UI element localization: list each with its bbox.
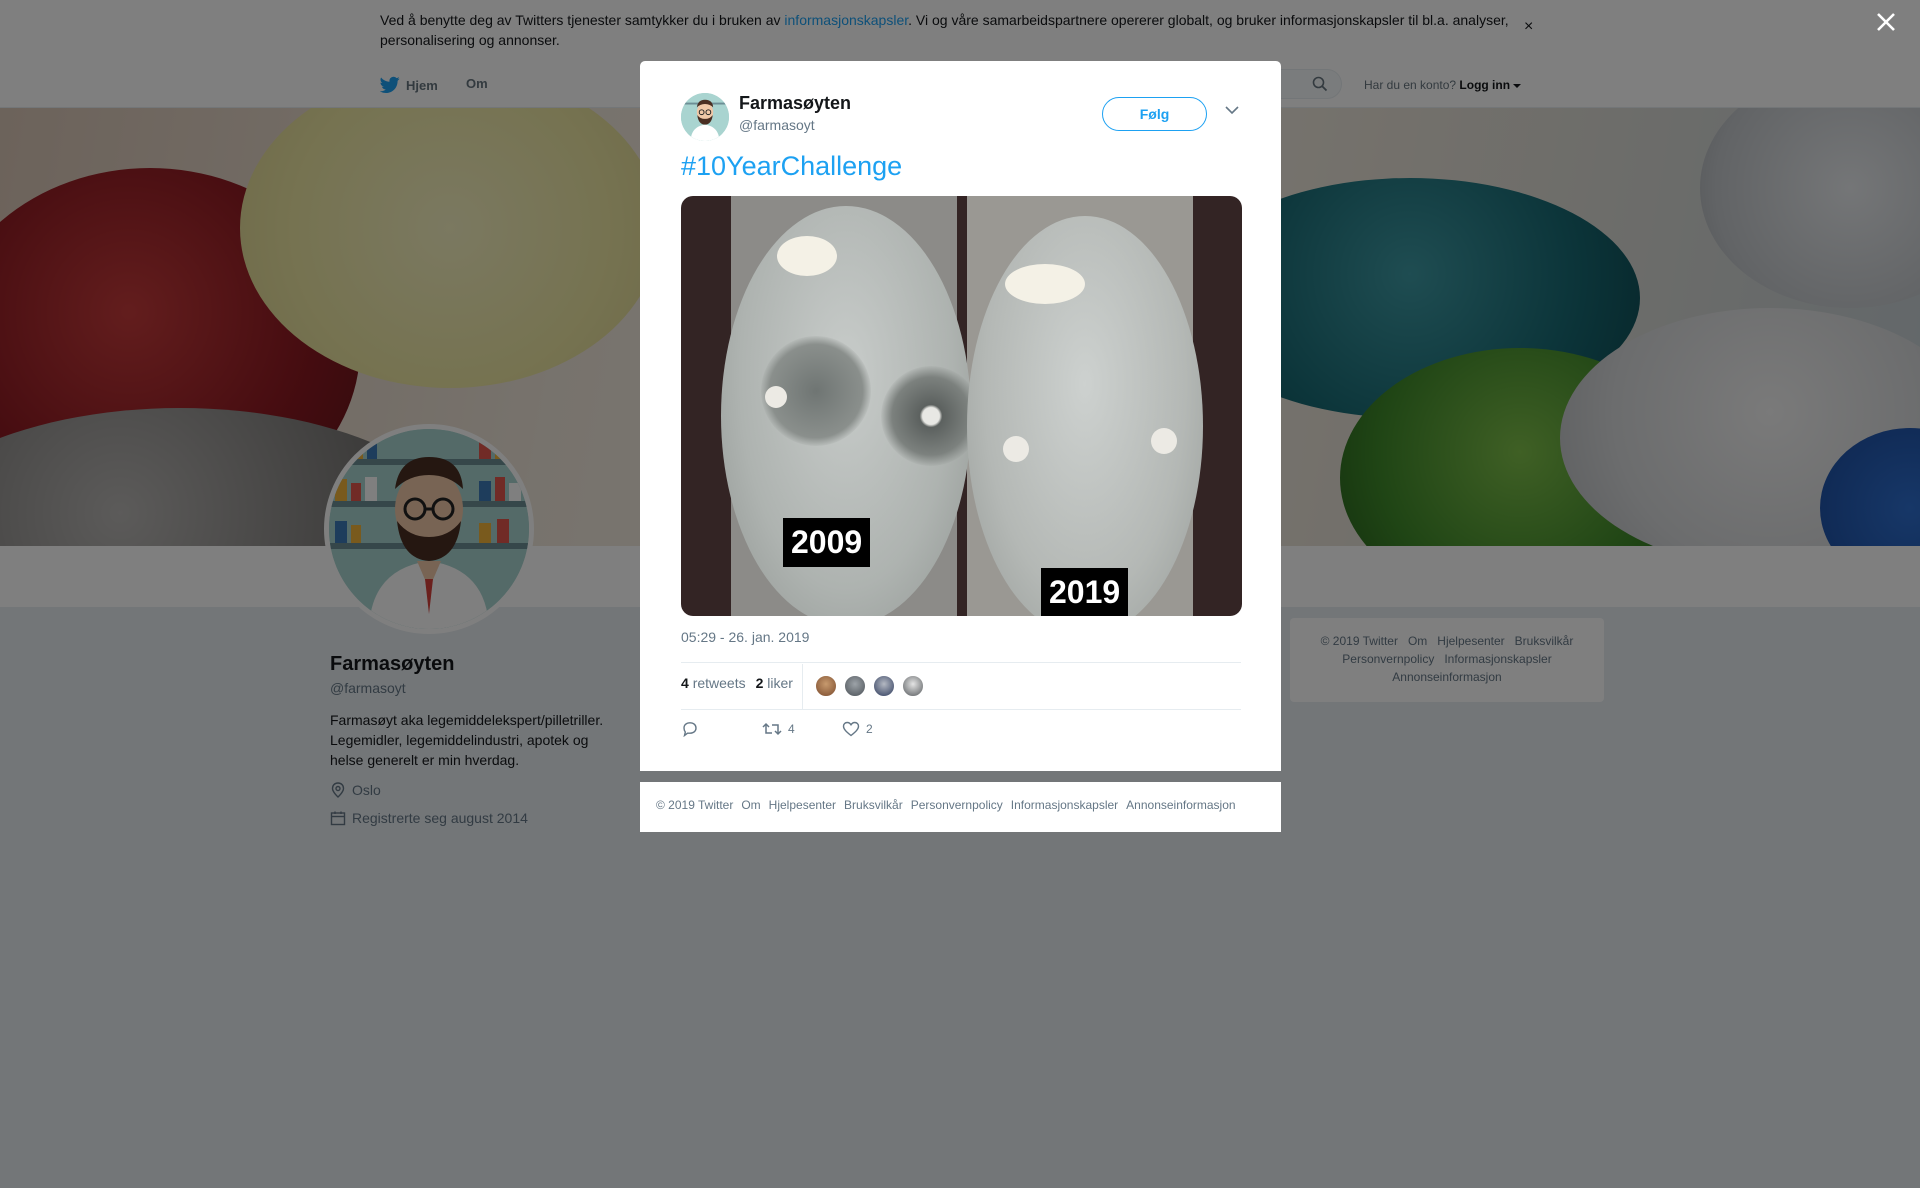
follow-button[interactable]: Følg — [1102, 97, 1207, 131]
modal-footer: © 2019 Twitter Om Hjelpesenter Bruksvilkår P… — [640, 782, 1281, 832]
divider — [802, 664, 803, 710]
footer-copyright: © 2019 Twitter — [656, 798, 734, 812]
liker-avatar[interactable] — [872, 674, 896, 698]
footer-ads-info-link[interactable]: Annonseinformasjon — [1126, 798, 1235, 812]
retweets-label: retweets — [692, 675, 746, 691]
liker-avatar[interactable] — [901, 674, 925, 698]
likes-label: liker — [767, 675, 793, 691]
footer-about-link[interactable]: Om — [741, 798, 760, 812]
divider — [681, 662, 1241, 663]
retweets-stat[interactable]: 4 retweets — [681, 675, 746, 691]
retweets-count: 4 — [681, 675, 689, 691]
tweet-author-name[interactable]: Farmasøyten — [739, 93, 851, 114]
retweet-button[interactable]: 4 — [762, 721, 795, 737]
heart-icon — [842, 721, 860, 737]
like-button[interactable]: 2 — [842, 721, 873, 737]
tweet-stats: 4 retweets 2 liker — [681, 675, 793, 691]
footer-terms-link[interactable]: Bruksvilkår — [844, 798, 903, 812]
tweet-timestamp[interactable]: 05:29 - 26. jan. 2019 — [681, 629, 809, 645]
tweet-author-handle: @farmasoyt — [739, 117, 815, 133]
chevron-down-icon[interactable] — [1225, 105, 1239, 115]
likes-count: 2 — [755, 675, 764, 691]
reply-icon — [683, 722, 697, 737]
close-icon[interactable] — [1874, 10, 1898, 34]
photo-label-2009: 2009 — [783, 518, 871, 567]
like-count: 2 — [866, 722, 873, 736]
footer-cookies-link[interactable]: Informasjonskapsler — [1011, 798, 1118, 812]
tweet-author-avatar[interactable] — [681, 93, 729, 141]
pharmacist-avatar-image — [681, 93, 729, 141]
tweet-hashtag-link[interactable]: #10YearChallenge — [681, 151, 902, 182]
footer-privacy-link[interactable]: Personvernpolicy — [911, 798, 1003, 812]
reply-button[interactable] — [681, 721, 699, 737]
retweet-count: 4 — [788, 722, 795, 736]
retweet-icon — [762, 722, 782, 736]
likes-stat[interactable]: 2 liker — [756, 675, 793, 691]
liker-avatar[interactable] — [814, 674, 838, 698]
tweet-modal: Farmasøyten @farmasoyt Følg #10YearChall… — [640, 61, 1281, 771]
divider — [681, 709, 1241, 710]
liker-avatar[interactable] — [843, 674, 867, 698]
tweet-photo[interactable]: 2009 2019 — [681, 196, 1242, 616]
footer-help-link[interactable]: Hjelpesenter — [769, 798, 836, 812]
photo-label-2019: 2019 — [1041, 568, 1129, 616]
